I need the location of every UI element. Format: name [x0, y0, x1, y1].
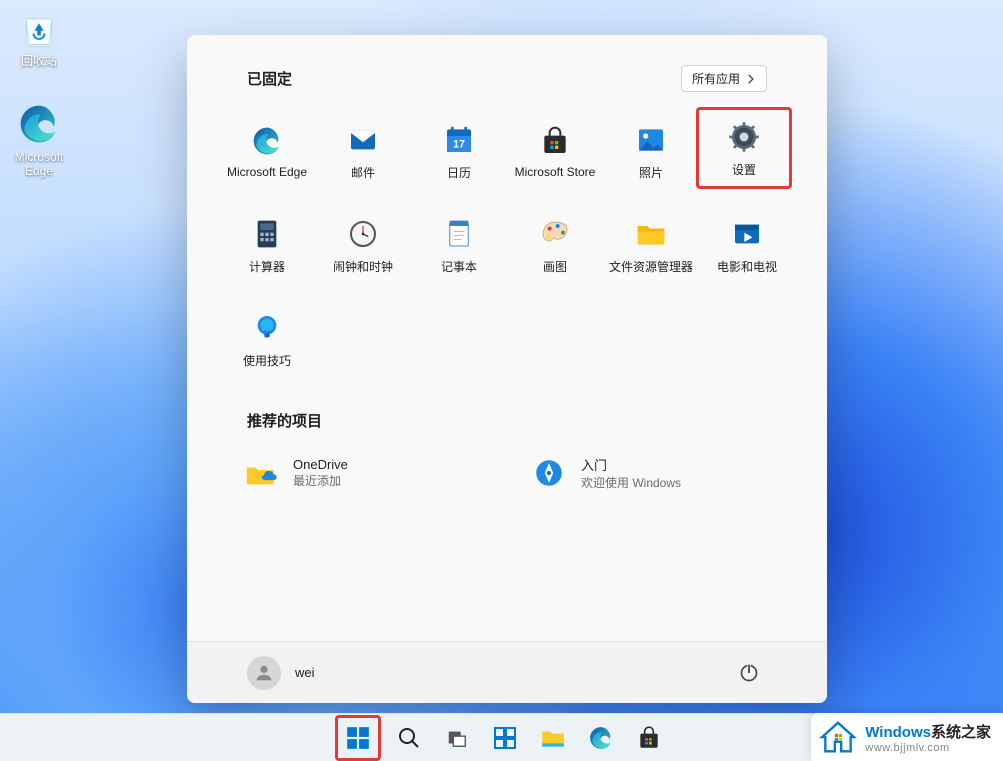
taskbar-widgets-button[interactable]: [485, 718, 525, 758]
app-tile-paint[interactable]: 画图: [507, 204, 603, 286]
start-menu: 已固定 所有应用 Microsoft Edge: [187, 35, 827, 703]
watermark-title-b: 系统之家: [931, 724, 991, 741]
edge-icon: [588, 725, 614, 751]
desktop-icon-label: Microsoft Edge: [2, 150, 76, 178]
recycle-bin-icon: [15, 4, 63, 52]
app-tile-tips[interactable]: 使用技巧: [219, 298, 315, 380]
calendar-icon: 17: [441, 122, 477, 158]
onedrive-folder-icon: [243, 455, 279, 491]
chevron-right-icon: [746, 74, 756, 84]
recommended-item-title: OneDrive: [293, 457, 348, 472]
clock-icon: [345, 216, 381, 252]
recommended-section: 推荐的项目 OneDrive 最近添加: [219, 410, 795, 497]
pinned-grid: Microsoft Edge 邮件: [219, 110, 795, 380]
recommended-text: 入门 欢迎使用 Windows: [581, 455, 681, 491]
recommended-item-title: 入门: [581, 455, 681, 474]
app-tile-notepad[interactable]: 记事本: [411, 204, 507, 286]
app-tile-label: 照片: [639, 164, 663, 181]
all-apps-label: 所有应用: [692, 70, 740, 87]
folder-icon: [540, 725, 566, 751]
user-name: wei: [295, 665, 315, 680]
app-tile-label: 设置: [732, 161, 756, 178]
folder-icon: [633, 216, 669, 252]
pinned-header: 已固定 所有应用: [219, 65, 795, 92]
recommended-grid: OneDrive 最近添加 入门: [219, 449, 795, 497]
power-button[interactable]: [731, 655, 767, 691]
taskbar-task-view-button[interactable]: [437, 718, 477, 758]
recommended-item-sub: 最近添加: [293, 472, 348, 489]
app-tile-label: 电影和电视: [717, 258, 777, 275]
avatar: [247, 656, 281, 690]
app-tile-label: 文件资源管理器: [609, 258, 693, 275]
app-tile-label: 记事本: [441, 258, 477, 275]
desktop-icon-label: 回收站: [21, 54, 57, 68]
app-tile-label: 画图: [543, 258, 567, 275]
store-icon: [636, 725, 662, 751]
taskbar-start-button[interactable]: [335, 715, 381, 761]
recommended-text: OneDrive 最近添加: [293, 457, 348, 489]
app-tile-photos[interactable]: 照片: [603, 110, 699, 192]
app-tile-label: 使用技巧: [243, 352, 291, 369]
svg-text:17: 17: [453, 138, 465, 150]
task-view-icon: [446, 727, 468, 749]
taskbar-store-button[interactable]: [629, 718, 669, 758]
taskbar-file-explorer-button[interactable]: [533, 718, 573, 758]
paint-icon: [537, 216, 573, 252]
edge-icon: [249, 123, 285, 159]
all-apps-button[interactable]: 所有应用: [681, 65, 767, 92]
search-icon: [397, 726, 421, 750]
app-tile-movies-tv[interactable]: 电影和电视: [699, 204, 795, 286]
start-menu-body: 已固定 所有应用 Microsoft Edge: [187, 35, 827, 641]
app-tile-label: Microsoft Edge: [227, 165, 307, 179]
desktop: 回收站 Microsoft Edge 已固定: [0, 0, 1003, 761]
tips-icon: [249, 310, 285, 346]
user-account-button[interactable]: wei: [247, 656, 315, 690]
start-menu-footer: wei: [187, 641, 827, 703]
recommended-title: 推荐的项目: [247, 410, 322, 431]
movies-icon: [729, 216, 765, 252]
recommended-header: 推荐的项目: [219, 410, 795, 431]
app-tile-calendar[interactable]: 17 日历: [411, 110, 507, 192]
app-tile-edge[interactable]: Microsoft Edge: [219, 110, 315, 192]
app-tile-label: 闹钟和时钟: [333, 258, 393, 275]
mail-icon: [345, 122, 381, 158]
app-tile-label: 邮件: [351, 164, 375, 181]
watermark-text: Windows系统之家 www.bjjmlv.com: [865, 721, 991, 754]
pinned-title: 已固定: [247, 68, 292, 89]
watermark-house-icon: [819, 718, 857, 756]
app-tile-label: 计算器: [249, 258, 285, 275]
app-tile-mail[interactable]: 邮件: [315, 110, 411, 192]
taskbar-search-button[interactable]: [389, 718, 429, 758]
desktop-icon-recycle-bin[interactable]: 回收站: [2, 4, 76, 68]
widgets-icon: [493, 726, 517, 750]
recommended-item-onedrive[interactable]: OneDrive 最近添加: [239, 449, 487, 497]
edge-icon: [15, 100, 63, 148]
desktop-icon-edge[interactable]: Microsoft Edge: [2, 100, 76, 178]
store-icon: [537, 123, 573, 159]
calculator-icon: [249, 216, 285, 252]
notepad-icon: [441, 216, 477, 252]
windows-logo-icon: [345, 725, 371, 751]
taskbar-edge-button[interactable]: [581, 718, 621, 758]
watermark: Windows系统之家 www.bjjmlv.com: [811, 713, 1003, 761]
app-tile-clock[interactable]: 闹钟和时钟: [315, 204, 411, 286]
person-icon: [253, 662, 275, 684]
watermark-title-a: Windows: [865, 724, 931, 741]
app-tile-store[interactable]: Microsoft Store: [507, 110, 603, 192]
power-icon: [739, 663, 759, 683]
gear-icon: [726, 119, 762, 155]
recommended-item-get-started[interactable]: 入门 欢迎使用 Windows: [527, 449, 775, 497]
app-tile-settings[interactable]: 设置: [696, 107, 792, 189]
app-tile-label: 日历: [447, 164, 471, 181]
app-tile-file-explorer[interactable]: 文件资源管理器: [603, 204, 699, 286]
photos-icon: [633, 122, 669, 158]
app-tile-calculator[interactable]: 计算器: [219, 204, 315, 286]
compass-icon: [531, 455, 567, 491]
watermark-url: www.bjjmlv.com: [865, 742, 991, 754]
recommended-item-sub: 欢迎使用 Windows: [581, 474, 681, 491]
app-tile-label: Microsoft Store: [515, 165, 596, 179]
